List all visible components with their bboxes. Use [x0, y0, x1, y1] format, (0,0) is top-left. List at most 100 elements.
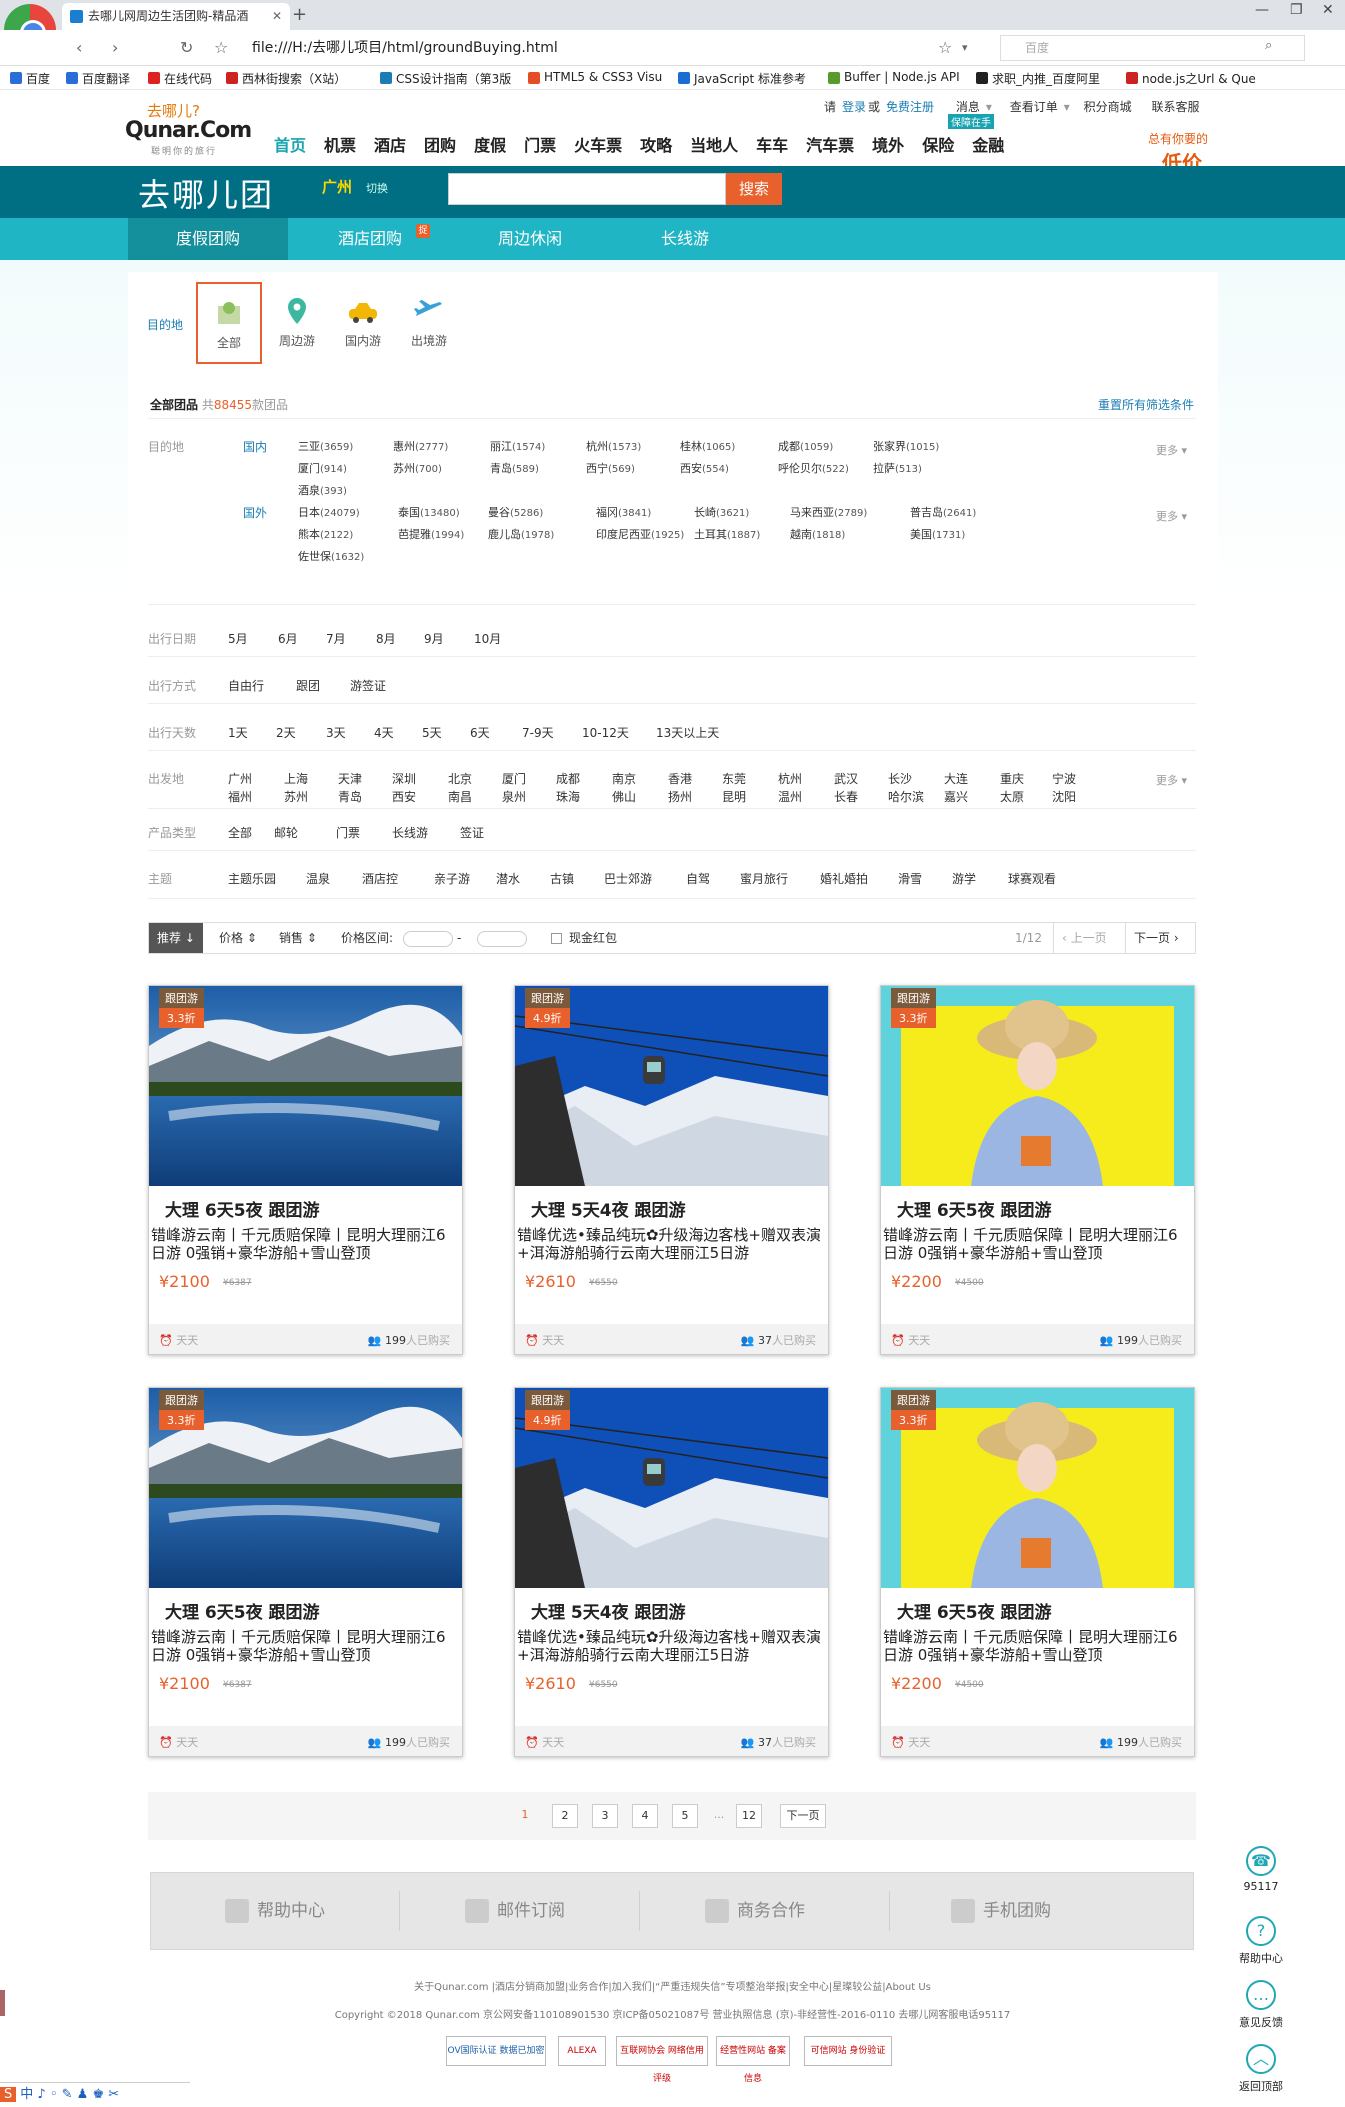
filter-option[interactable]: 5天 [422, 724, 442, 741]
cert-badge[interactable]: ALEXA [558, 2036, 606, 2066]
nav-item[interactable]: 车车 [756, 132, 788, 156]
product-image[interactable]: 跟团游 3.3折 [149, 986, 462, 1186]
product-card[interactable]: 跟团游 4.9折 大理 5天4夜 跟团游 错峰优选•臻品纯玩✿升级海边客栈+赠双表演+… [514, 985, 829, 1355]
sort-recommend[interactable]: 推荐 ↓ [149, 923, 203, 953]
bookmark-item[interactable]: 在线代码 [148, 70, 212, 87]
dest-tag[interactable]: 呼伦贝尔(522) [778, 460, 849, 476]
filter-option[interactable]: 厦门 [502, 770, 526, 787]
filter-option[interactable]: 跟团 [296, 677, 320, 694]
forward-icon[interactable]: › [112, 38, 118, 57]
dest-tag[interactable]: 酒泉(393) [298, 482, 347, 498]
product-card[interactable]: 跟团游 3.3折 大理 6天5夜 跟团游 错峰游云南丨千元质赔保障丨昆明大理丽江6日游… [880, 1387, 1195, 1757]
restore-icon[interactable]: ❐ [1290, 2, 1303, 18]
filter-option[interactable]: 嘉兴 [944, 788, 968, 805]
orders-link[interactable]: 查看订单 [1010, 100, 1058, 114]
page-button[interactable]: 2 [552, 1804, 578, 1828]
filter-option[interactable]: 青岛 [338, 788, 362, 805]
filter-option[interactable]: 10月 [474, 630, 501, 647]
city-switch-link[interactable]: 切换 [366, 180, 388, 196]
browser-tab[interactable]: 去哪儿网周边生活团购-精品酒 ✕ [62, 3, 290, 30]
nav-item[interactable]: 汽车票 [806, 132, 854, 156]
filter-option[interactable]: 邮轮 [274, 824, 298, 841]
dest-tag[interactable]: 佐世保(1632) [298, 548, 364, 564]
dest-tag[interactable]: 长崎(3621) [694, 504, 749, 520]
filter-option[interactable]: 太原 [1000, 788, 1024, 805]
search-button[interactable]: 搜索 [726, 173, 782, 205]
product-card[interactable]: 跟团游 4.9折 大理 5天4夜 跟团游 错峰优选•臻品纯玩✿升级海边客栈+赠双表演+… [514, 1387, 829, 1757]
bookmark-item[interactable]: CSS设计指南（第3版 [380, 70, 511, 87]
customer-service-link[interactable]: 联系客服 [1151, 100, 1199, 114]
filter-option[interactable]: 成都 [556, 770, 580, 787]
filter-option[interactable]: 5月 [228, 630, 248, 647]
next-page-button[interactable]: 下一页 › [1125, 923, 1187, 953]
filter-option[interactable]: 球赛观看 [1008, 870, 1056, 887]
region-foreign[interactable]: 国外 [243, 504, 267, 521]
product-title[interactable]: 大理 6天5夜 跟团游 [897, 1598, 1052, 1623]
filter-option[interactable]: 7月 [326, 630, 346, 647]
product-title[interactable]: 大理 5天4夜 跟团游 [531, 1598, 686, 1623]
filter-option[interactable]: 昆明 [722, 788, 746, 805]
nav-item[interactable]: 境外 [872, 132, 904, 156]
product-image[interactable]: 跟团游 4.9折 [515, 1388, 828, 1588]
bookmark-item[interactable]: node.js之Url & Que [1126, 70, 1256, 87]
filter-option[interactable]: 3天 [326, 724, 346, 741]
bookmark-item[interactable]: 百度 [10, 70, 50, 87]
ime-toolbar[interactable]: S中 ♪ ◦ ✎ ♟ ♚ ✂ [0, 2082, 190, 2107]
tab-close-icon[interactable]: ✕ [272, 3, 282, 30]
search-input[interactable] [448, 173, 726, 205]
filter-option[interactable]: 苏州 [284, 788, 308, 805]
dest-tag[interactable]: 桂林(1065) [680, 438, 735, 454]
dest-tag[interactable]: 美国(1731) [910, 526, 965, 542]
side-feedback[interactable]: … 意见反馈 [1232, 1980, 1290, 2030]
dest-tag[interactable]: 苏州(700) [393, 460, 442, 476]
dest-tag[interactable]: 泰国(13480) [398, 504, 460, 520]
cert-badge[interactable]: 互联网协会 网络信用评级 [616, 2036, 708, 2084]
reload-icon[interactable]: ↻ [180, 38, 193, 57]
filter-option[interactable]: 深圳 [392, 770, 416, 787]
dest-tag[interactable]: 成都(1059) [778, 438, 833, 454]
sort-sales[interactable]: 销售 ⇕ [271, 923, 325, 953]
footer-links[interactable]: 关于Qunar.com |酒店分销商加盟|业务合作|加入我们|“严重违规失信”专… [0, 1978, 1345, 1993]
nav-item[interactable]: 团购 [424, 132, 456, 156]
filter-option[interactable]: 长沙 [888, 770, 912, 787]
dest-tag[interactable]: 拉萨(513) [873, 460, 922, 476]
dest-tag[interactable]: 厦门(914) [298, 460, 347, 476]
page-button[interactable]: 4 [632, 1804, 658, 1828]
dest-tag[interactable]: 鹿儿岛(1978) [488, 526, 554, 542]
mobile-link[interactable]: 手机团购 [951, 1873, 1051, 1949]
cert-badge[interactable]: 经营性网站 备案信息 [716, 2036, 790, 2084]
filter-option[interactable]: 沈阳 [1052, 788, 1076, 805]
filter-option[interactable]: 6天 [470, 724, 490, 741]
nav-item[interactable]: 度假 [474, 132, 506, 156]
filter-option[interactable]: 南京 [612, 770, 636, 787]
page-button[interactable]: 3 [592, 1804, 618, 1828]
product-image[interactable]: 跟团游 4.9折 [515, 986, 828, 1186]
sort-price[interactable]: 价格 ⇕ [211, 923, 265, 953]
product-card[interactable]: 跟团游 3.3折 大理 6天5夜 跟团游 错峰游云南丨千元质赔保障丨昆明大理丽江6日游… [880, 985, 1195, 1355]
product-image[interactable]: 跟团游 3.3折 [881, 986, 1194, 1186]
nav-item[interactable]: 酒店 [374, 132, 406, 156]
filter-option[interactable]: 天津 [338, 770, 362, 787]
side-help[interactable]: ? 帮助中心 [1232, 1916, 1290, 1966]
nav-item[interactable]: 保险 [922, 132, 954, 156]
search-icon[interactable]: ⌕ [1265, 38, 1272, 53]
dest-tag[interactable]: 福冈(3841) [596, 504, 651, 520]
dest-tag[interactable]: 马来西亚(2789) [790, 504, 867, 520]
dest-cat-all[interactable]: 全部 [196, 282, 262, 364]
help-center-link[interactable]: 帮助中心 [225, 1873, 325, 1949]
filter-option[interactable]: 佛山 [612, 788, 636, 805]
cert-badge[interactable]: 可信网站 身份验证 [804, 2036, 892, 2066]
page-button[interactable]: 12 [736, 1804, 762, 1828]
filter-option[interactable]: 泉州 [502, 788, 526, 805]
register-link[interactable]: 免费注册 [886, 100, 934, 114]
nav-item[interactable]: 当地人 [690, 132, 738, 156]
filter-option[interactable]: 南昌 [448, 788, 472, 805]
dest-tag[interactable]: 惠州(2777) [393, 438, 448, 454]
filter-option[interactable]: 4天 [374, 724, 394, 741]
product-title[interactable]: 大理 5天4夜 跟团游 [531, 1196, 686, 1221]
more-link[interactable]: 更多 ▾ [1156, 772, 1187, 788]
filter-option[interactable]: 游学 [952, 870, 976, 887]
product-title[interactable]: 大理 6天5夜 跟团游 [897, 1196, 1052, 1221]
nav-item[interactable]: 金融 [972, 132, 1004, 156]
filter-option[interactable]: 大连 [944, 770, 968, 787]
